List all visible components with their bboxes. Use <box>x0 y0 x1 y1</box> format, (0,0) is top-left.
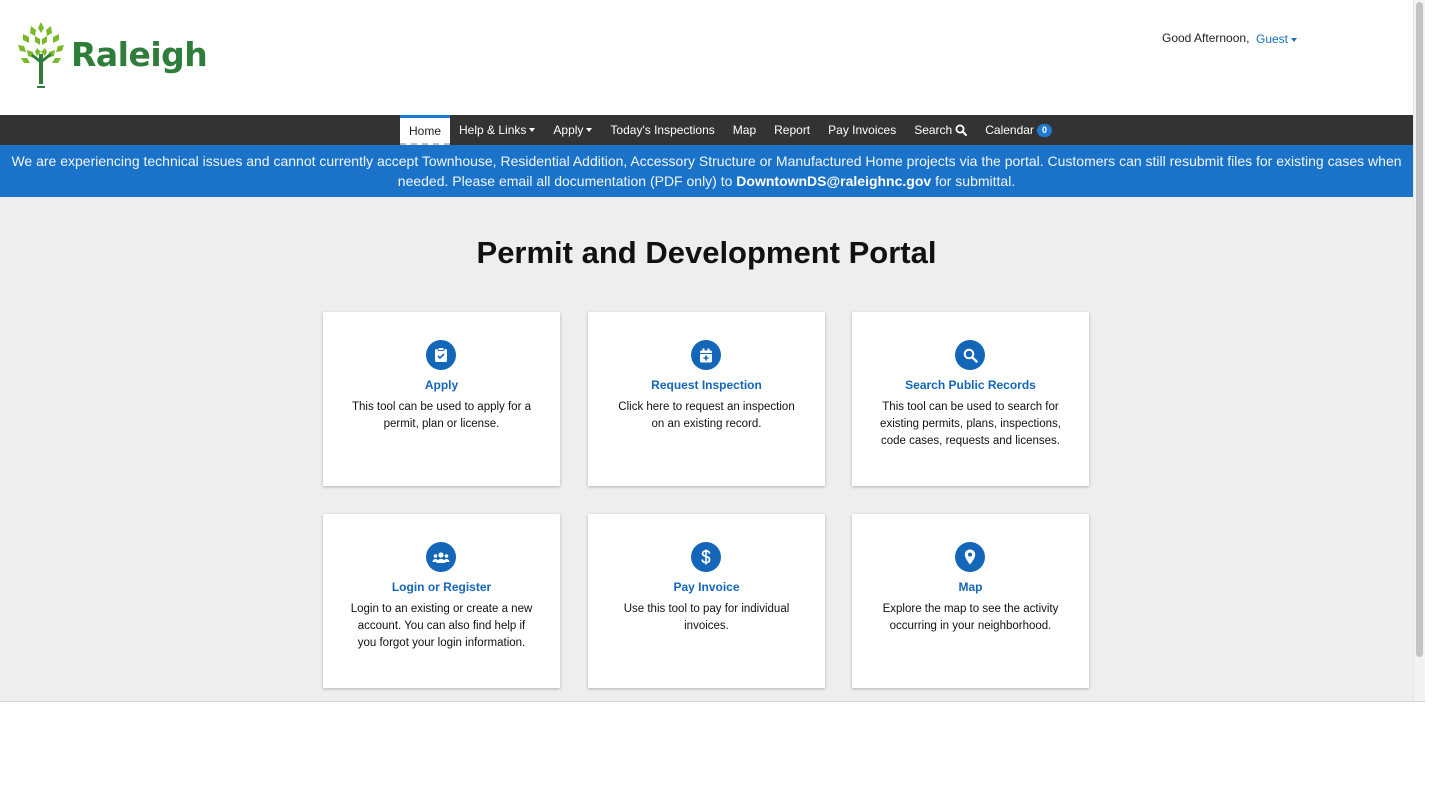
caret-down-icon <box>529 128 536 132</box>
main-content: Permit and Development Portal Apply This… <box>0 197 1413 701</box>
card-login-register[interactable]: Login or Register Login to an existing o… <box>323 514 560 688</box>
banner-text-before: We are experiencing technical issues and… <box>11 153 1402 189</box>
calendar-count-badge: 0 <box>1036 123 1052 137</box>
logo-text: Raleigh <box>71 34 208 74</box>
nav-map-label: Map <box>732 123 757 137</box>
nav-pay-invoices[interactable]: Pay Invoices <box>819 115 905 145</box>
page-title: Permit and Development Portal <box>476 235 937 270</box>
main-nav: Home Help & Links Apply Today's Inspecti… <box>0 115 1413 145</box>
nav-calendar-label: Calendar <box>985 123 1034 137</box>
card-title: Login or Register <box>391 580 492 594</box>
nav-report[interactable]: Report <box>765 115 819 145</box>
users-icon <box>426 542 456 572</box>
card-request-inspection[interactable]: Request Inspection Click here to request… <box>588 312 825 486</box>
caret-down-icon <box>586 128 593 132</box>
caret-down-icon <box>1291 37 1298 42</box>
card-title: Map <box>958 580 983 594</box>
nav-pay-invoices-label: Pay Invoices <box>828 123 897 137</box>
map-pin-icon <box>955 542 985 572</box>
banner-text-after: for submittal. <box>931 173 1016 189</box>
nav-calendar[interactable]: Calendar 0 <box>976 115 1061 145</box>
card-description: Explore the map to see the activity occu… <box>882 603 1059 632</box>
card-apply[interactable]: Apply This tool can be used to apply for… <box>323 312 560 486</box>
card-title: Pay Invoice <box>673 580 740 594</box>
card-title: Search Public Records <box>905 378 1036 392</box>
card-description: Click here to request an inspection on a… <box>618 401 795 430</box>
dollar-icon <box>691 542 721 572</box>
card-map[interactable]: Map Explore the map to see the activity … <box>852 514 1089 688</box>
card-pay-invoice[interactable]: Pay Invoice Use this tool to pay for ind… <box>588 514 825 688</box>
nav-todays-inspections[interactable]: Today's Inspections <box>601 115 723 145</box>
nav-apply[interactable]: Apply <box>544 115 601 145</box>
banner-email-link[interactable]: DowntownDS@raleighnc.gov <box>736 173 931 189</box>
greeting-text: Good Afternoon, <box>1162 31 1250 45</box>
page-bottom-divider <box>0 701 1425 702</box>
card-title: Apply <box>424 378 459 392</box>
nav-search-label: Search <box>914 123 953 137</box>
card-title: Request Inspection <box>651 378 762 392</box>
header: Raleigh Good Afternoon, Guest <box>0 0 1413 115</box>
nav-map[interactable]: Map <box>724 115 765 145</box>
oak-tree-logo-icon <box>18 22 64 88</box>
nav-report-label: Report <box>774 123 811 137</box>
card-description: This tool can be used to apply for a per… <box>352 401 531 430</box>
nav-search[interactable]: Search <box>905 115 976 145</box>
search-icon <box>955 124 968 136</box>
clipboard-check-icon <box>426 340 456 370</box>
card-description: This tool can be used to search for exis… <box>880 401 1061 447</box>
search-icon <box>955 340 985 370</box>
user-name: Guest <box>1256 32 1289 46</box>
nav-help-links-label: Help & Links <box>459 123 527 137</box>
nav-apply-label: Apply <box>553 123 584 137</box>
nav-todays-inspections-label: Today's Inspections <box>610 123 715 137</box>
nav-help-links[interactable]: Help & Links <box>450 115 544 145</box>
nav-home-label: Home <box>409 123 442 138</box>
scrollbar-thumb[interactable] <box>1416 2 1423 657</box>
user-menu[interactable]: Guest <box>1256 32 1298 46</box>
card-description: Use this tool to pay for individual invo… <box>623 603 790 632</box>
card-search-public-records[interactable]: Search Public Records This tool can be u… <box>852 312 1089 486</box>
nav-home[interactable]: Home <box>400 115 451 145</box>
raleigh-logo[interactable]: Raleigh <box>15 20 208 88</box>
vertical-scrollbar[interactable] <box>1413 0 1425 701</box>
alert-banner: We are experiencing technical issues and… <box>0 145 1413 197</box>
page: Raleigh Good Afternoon, Guest Home Help … <box>0 0 1440 810</box>
card-description: Login to an existing or create a new acc… <box>350 603 533 649</box>
calendar-plus-icon <box>691 340 721 370</box>
